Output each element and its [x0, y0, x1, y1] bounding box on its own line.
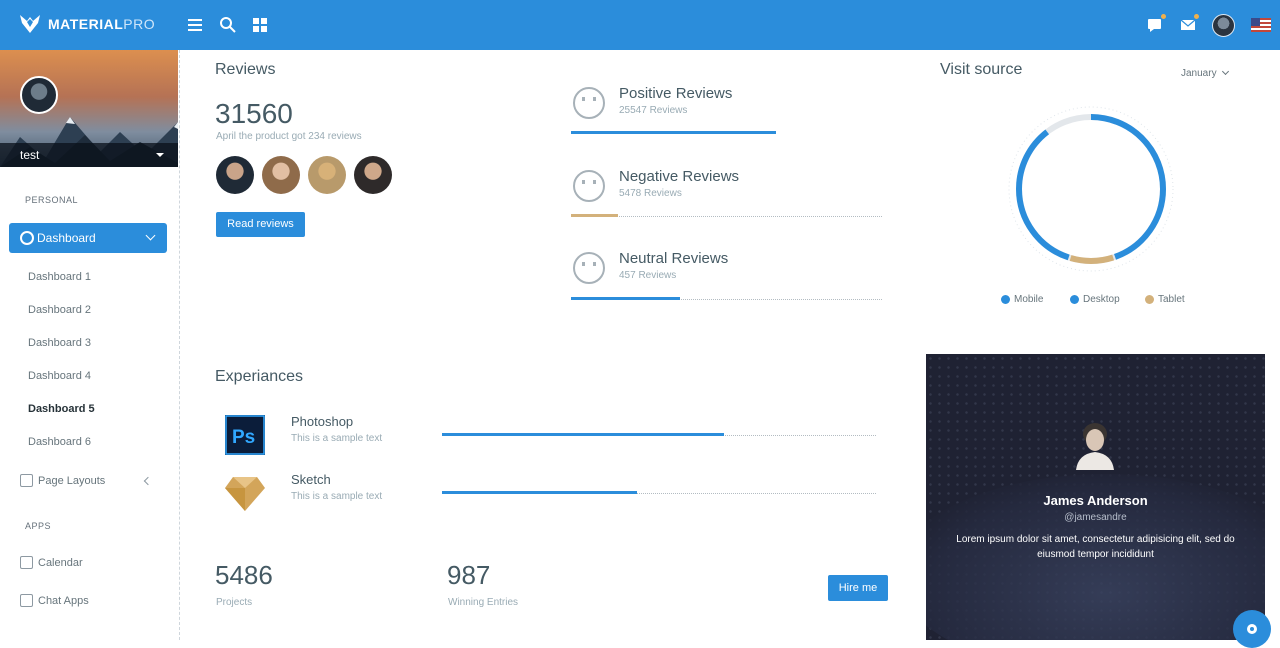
photoshop-bar	[442, 433, 724, 436]
brand-logo[interactable]: MATERIALPRO	[18, 13, 155, 35]
legend-item-tablet: Tablet	[1145, 294, 1185, 305]
reviewer-avatar[interactable]	[308, 156, 346, 194]
logo-icon	[20, 15, 40, 33]
neutral-reviews-bar	[571, 297, 680, 300]
profile-avatar[interactable]	[20, 76, 58, 114]
hire-me-button[interactable]: Hire me	[828, 575, 888, 601]
sad-face-icon	[573, 170, 605, 202]
profile-card: James Anderson @jamesandre Lorem ipsum d…	[926, 354, 1265, 640]
menu-icon[interactable]	[186, 15, 206, 35]
profile-handle: @jamesandre	[1064, 512, 1127, 523]
sketch-icon	[225, 477, 265, 511]
legend-swatch	[1145, 295, 1154, 304]
sidebar-item-label: Dashboard	[37, 231, 96, 245]
visit-source-donut-chart	[1008, 106, 1174, 272]
sidebar-subitem[interactable]: Dashboard 3	[28, 337, 91, 349]
experience-name: Sketch	[291, 472, 331, 487]
nav-heading-apps: APPS	[25, 521, 52, 531]
projects-value: 5486	[215, 560, 273, 590]
visit-source-title: Visit source	[940, 61, 1023, 78]
positive-reviews-bar	[571, 131, 776, 134]
chat-icon	[20, 594, 33, 607]
legend-swatch	[1001, 295, 1010, 304]
nav-heading-personal: PERSONAL	[25, 195, 79, 205]
sidebar-subitem[interactable]: Dashboard 2	[28, 304, 91, 316]
sidebar-subitem[interactable]: Dashboard 4	[28, 370, 91, 382]
chevron-down-icon	[1221, 67, 1229, 76]
cool-face-icon	[573, 87, 605, 119]
reviews-subtitle: April the product got 234 reviews	[216, 131, 362, 142]
sidebar-subitem[interactable]: Dashboard 1	[28, 271, 91, 283]
experiences-title: Experiances	[215, 368, 304, 385]
experience-desc: This is a sample text	[291, 433, 383, 444]
sidebar-subitem-current[interactable]: Dashboard 5	[28, 403, 95, 415]
profile-name: test	[20, 148, 40, 162]
brand-name: MATERIALPRO	[48, 16, 156, 32]
sidebar-item-label: Calendar	[38, 556, 83, 569]
review-title: Neutral Reviews	[619, 250, 729, 267]
sidebar-item-dashboard[interactable]: Dashboard	[9, 223, 167, 253]
reviewer-avatar[interactable]	[216, 156, 254, 194]
winning-entries-value: 987	[447, 560, 491, 590]
winning-entries-label: Winning Entries	[448, 597, 519, 608]
calendar-icon	[20, 556, 33, 569]
reviews-total: 31560	[215, 98, 293, 129]
apps-grid-icon[interactable]	[250, 15, 270, 35]
profile-name-bar[interactable]: test	[0, 143, 178, 167]
settings-fab-button[interactable]	[1233, 610, 1271, 648]
review-title: Positive Reviews	[619, 85, 733, 102]
legend-swatch	[1070, 295, 1079, 304]
sidebar-profile: test	[0, 50, 178, 167]
positive-reviews-row: Positive Reviews 25547 Reviews	[571, 85, 882, 135]
topbar: MATERIALPRO	[0, 0, 1280, 50]
review-count: 25547 Reviews	[619, 105, 688, 116]
caret-down-icon[interactable]	[156, 153, 164, 157]
sidebar-item-page-layouts[interactable]: Page Layouts	[20, 474, 105, 487]
user-avatar[interactable]	[1212, 14, 1235, 37]
negative-reviews-bar	[571, 214, 618, 217]
reviewer-avatar[interactable]	[262, 156, 300, 194]
reviews-title: Reviews	[215, 61, 276, 78]
review-count: 5478 Reviews	[619, 188, 682, 199]
neutral-face-icon	[573, 252, 605, 284]
profile-photo	[1076, 423, 1114, 470]
sidebar-item-chat-apps[interactable]: Chat Apps	[20, 594, 89, 607]
sidebar-item-label: Chat Apps	[38, 594, 89, 607]
photoshop-icon: Ps	[225, 415, 265, 455]
svg-text:Ps: Ps	[232, 427, 255, 448]
reviewer-avatar[interactable]	[354, 156, 392, 194]
legend-item-mobile: Mobile	[1001, 294, 1043, 305]
sidebar-item-calendar[interactable]: Calendar	[20, 556, 83, 569]
sidebar-item-label: Page Layouts	[38, 474, 106, 487]
legend-item-desktop: Desktop	[1070, 294, 1120, 305]
experience-desc: This is a sample text	[291, 491, 383, 502]
profile-bio: Lorem ipsum dolor sit amet, consectetur …	[956, 534, 1235, 560]
experience-name: Photoshop	[291, 414, 354, 429]
language-flag-icon[interactable]	[1251, 18, 1271, 32]
chevron-left-icon	[143, 476, 153, 486]
search-icon[interactable]	[218, 15, 238, 35]
gauge-icon	[20, 231, 34, 245]
review-count: 457 Reviews	[619, 270, 677, 281]
neutral-reviews-row: Neutral Reviews 457 Reviews	[571, 250, 882, 302]
review-title: Negative Reviews	[619, 168, 740, 185]
copy-icon	[20, 474, 33, 487]
sketch-bar	[442, 491, 637, 494]
projects-label: Projects	[216, 597, 253, 608]
sidebar-subitem[interactable]: Dashboard 6	[28, 436, 91, 448]
read-reviews-button[interactable]: Read reviews	[216, 212, 305, 237]
negative-reviews-row: Negative Reviews 5478 Reviews	[571, 168, 882, 220]
chevron-down-icon	[145, 230, 156, 241]
gear-icon	[1247, 624, 1257, 634]
month-select[interactable]: January	[1181, 67, 1229, 79]
profile-name: James Anderson	[1043, 493, 1148, 508]
messages-icon[interactable]	[1179, 14, 1199, 34]
notifications-icon[interactable]	[1146, 14, 1166, 34]
sidebar: test PERSONAL Dashboard Dashboard 1 Dash…	[0, 50, 180, 640]
